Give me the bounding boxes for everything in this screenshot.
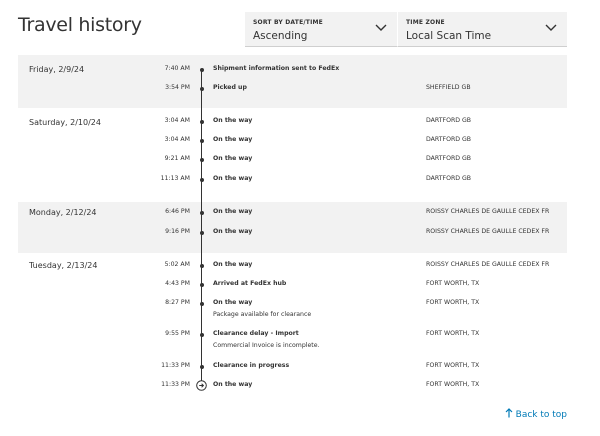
event-detail: Commercial Invoice is incomplete. — [213, 342, 320, 349]
back-to-top-label: Back to top — [515, 410, 567, 420]
event-description: On the way — [213, 136, 253, 143]
event-description: On the way — [213, 155, 253, 162]
day-group: Saturday, 2/10/24 3:04 AM On the way DARTFO… — [18, 110, 567, 200]
event-description: On the way — [213, 208, 253, 215]
event-row: 3:04 AM On the way DARTFORD GB — [18, 134, 567, 148]
sort-by-date-dropdown[interactable]: SORT BY DATE/TIME Ascending — [245, 12, 397, 47]
event-row: 3:54 PM Picked up SHEFFIELD GB — [18, 82, 567, 96]
event-time: 3:04 AM — [164, 117, 190, 124]
event-row: 4:43 PM Arrived at FedEx hub FORT WORTH, T… — [18, 278, 567, 292]
day-group: Monday, 2/12/24 6:46 PM On the way ROISSY C… — [18, 202, 567, 253]
event-time: 4:43 PM — [165, 280, 190, 287]
event-location: DARTFORD GB — [426, 136, 472, 143]
back-to-top-link[interactable]: Back to top — [505, 408, 567, 420]
sort-dropdown-value: Ascending — [253, 30, 308, 42]
event-row: 7:40 AM Shipment information sent to FedE… — [18, 63, 567, 77]
event-description: On the way — [213, 381, 253, 388]
event-description: Clearance in progress — [213, 362, 290, 369]
event-time: 9:16 PM — [165, 228, 190, 235]
event-time: 11:33 PM — [161, 381, 190, 388]
event-time: 9:21 AM — [164, 155, 190, 162]
event-location: FORT WORTH, TX — [426, 280, 480, 287]
event-location: FORT WORTH, TX — [426, 381, 480, 388]
event-row: 9:55 PM Clearance delay - Import Commercia… — [18, 328, 567, 349]
timeline-line — [201, 69, 202, 382]
time-zone-dropdown[interactable]: TIME ZONE Local Scan Time — [397, 12, 567, 47]
event-description: On the way — [213, 299, 253, 306]
chevron-down-icon — [375, 24, 387, 31]
event-time: 3:04 AM — [164, 136, 190, 143]
timeline-end-arrow-icon — [196, 380, 207, 391]
event-time: 7:40 AM — [164, 65, 190, 72]
event-location: ROISSY CHARLES DE GAULLE CEDEX FR — [426, 261, 550, 268]
arrow-up-icon — [505, 408, 513, 418]
event-time: 11:33 PM — [161, 362, 190, 369]
event-description: On the way — [213, 175, 253, 182]
event-location: ROISSY CHARLES DE GAULLE CEDEX FR — [426, 228, 550, 235]
sort-dropdown-label: SORT BY DATE/TIME — [253, 19, 323, 26]
event-time: 5:02 AM — [164, 261, 190, 268]
event-location: DARTFORD GB — [426, 155, 472, 162]
event-row: 6:46 PM On the way ROISSY CHARLES DE GAULL… — [18, 206, 567, 220]
page-title: Travel history — [18, 14, 142, 36]
event-time: 3:54 PM — [165, 84, 190, 91]
event-location: FORT WORTH, TX — [426, 362, 480, 369]
event-row: 9:21 AM On the way DARTFORD GB — [18, 153, 567, 167]
event-row: 11:33 PM On the way FORT WORTH, TX — [18, 379, 567, 393]
event-time: 9:55 PM — [165, 330, 190, 337]
event-row: 11:13 AM On the way DARTFORD GB — [18, 173, 567, 187]
event-description: On the way — [213, 228, 253, 235]
event-row: 11:33 PM Clearance in progress FORT WORTH,… — [18, 360, 567, 374]
event-description: Shipment information sent to FedEx — [213, 65, 340, 72]
event-description: Clearance delay - Import — [213, 330, 299, 337]
event-description: Arrived at FedEx hub — [213, 280, 287, 287]
event-location: DARTFORD GB — [426, 117, 472, 124]
chevron-down-icon — [545, 24, 557, 31]
event-description: On the way — [213, 261, 253, 268]
event-time: 11:13 AM — [160, 175, 190, 182]
timezone-dropdown-label: TIME ZONE — [406, 19, 445, 26]
day-group: Tuesday, 2/13/24 5:02 AM On the way ROISSY … — [18, 255, 567, 419]
event-location: FORT WORTH, TX — [426, 299, 480, 306]
event-description: On the way — [213, 117, 253, 124]
timezone-dropdown-value: Local Scan Time — [406, 30, 492, 42]
event-row: 3:04 AM On the way DARTFORD GB — [18, 115, 567, 129]
event-location: ROISSY CHARLES DE GAULLE CEDEX FR — [426, 208, 550, 215]
event-row: 5:02 AM On the way ROISSY CHARLES DE GAULL… — [18, 259, 567, 273]
event-time: 8:27 PM — [165, 299, 190, 306]
event-location: FORT WORTH, TX — [426, 330, 480, 337]
event-time: 6:46 PM — [165, 208, 190, 215]
event-description: Picked up — [213, 84, 247, 91]
event-location: SHEFFIELD GB — [426, 84, 471, 91]
event-detail: Package available for clearance — [213, 311, 312, 318]
event-row: 9:16 PM On the way ROISSY CHARLES DE GAULL… — [18, 226, 567, 240]
event-location: DARTFORD GB — [426, 175, 472, 182]
event-row: 8:27 PM On the way Package available for c… — [18, 297, 567, 318]
travel-history-list: Friday, 2/9/24 7:40 AM Shipment informatio… — [18, 55, 567, 419]
day-group: Friday, 2/9/24 7:40 AM Shipment informatio… — [18, 55, 567, 108]
